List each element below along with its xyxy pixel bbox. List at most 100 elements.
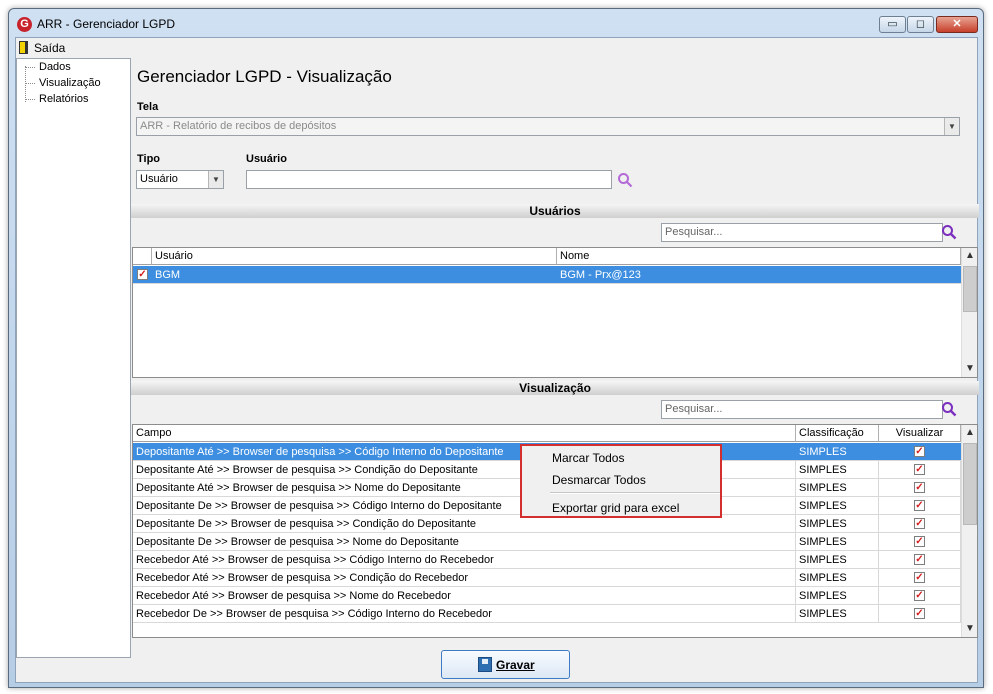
- menu-item-marcar-todos[interactable]: Marcar Todos: [552, 451, 624, 465]
- visual-cell-visualizar: ✓: [879, 605, 961, 623]
- visual-cell-classificacao: SIMPLES: [796, 515, 879, 533]
- visual-cell-campo: Recebedor De >> Browser de pesquisa >> C…: [133, 605, 796, 623]
- users-search-input[interactable]: Pesquisar...: [661, 223, 943, 242]
- usuario-input[interactable]: [246, 170, 612, 189]
- visualizar-checkbox[interactable]: ✓: [914, 500, 925, 511]
- window-title: ARR - Gerenciador LGPD: [37, 17, 176, 31]
- context-menu: Marcar Todos Desmarcar Todos Exportar gr…: [520, 444, 722, 518]
- visual-cell-visualizar: ✓: [879, 569, 961, 587]
- tipo-label: Tipo: [137, 153, 161, 165]
- visual-cell-classificacao: SIMPLES: [796, 587, 879, 605]
- tela-combo-value: ARR - Relatório de recibos de depósitos: [140, 120, 337, 132]
- visual-cell-visualizar: ✓: [879, 497, 961, 515]
- visualizar-checkbox[interactable]: ✓: [914, 464, 925, 475]
- chevron-down-icon: ▼: [944, 118, 959, 135]
- exit-door-icon: [19, 41, 28, 54]
- visual-cell-campo: Recebedor Até >> Browser de pesquisa >> …: [133, 587, 796, 605]
- tela-combo[interactable]: ARR - Relatório de recibos de depósitos …: [136, 117, 960, 136]
- table-row[interactable]: Depositante De >> Browser de pesquisa >>…: [133, 533, 961, 551]
- visual-cell-classificacao: SIMPLES: [796, 551, 879, 569]
- visualizar-checkbox[interactable]: ✓: [914, 554, 925, 565]
- visualizar-checkbox[interactable]: ✓: [914, 446, 925, 457]
- visual-header-campo[interactable]: Campo: [133, 425, 796, 442]
- visual-cell-campo: Recebedor Até >> Browser de pesquisa >> …: [133, 569, 796, 587]
- tipo-combo-value: Usuário: [140, 173, 178, 185]
- scroll-up-icon[interactable]: ▲: [962, 425, 977, 441]
- usuario-label: Usuário: [246, 153, 287, 165]
- visual-cell-classificacao: SIMPLES: [796, 605, 879, 623]
- visual-cell-visualizar: ✓: [879, 551, 961, 569]
- visual-cell-visualizar: ✓: [879, 587, 961, 605]
- app-logo-icon: G: [17, 17, 32, 32]
- nav-tree: Dados Visualização Relatórios: [16, 58, 131, 658]
- users-cell-nome: BGM - Prx@123: [560, 269, 641, 281]
- menu-item-exportar-excel[interactable]: Exportar grid para excel: [552, 501, 679, 515]
- visualizar-checkbox[interactable]: ✓: [914, 590, 925, 601]
- users-header-check: [133, 248, 152, 265]
- table-row[interactable]: Recebedor Até >> Browser de pesquisa >> …: [133, 587, 961, 605]
- save-label: Gravar: [496, 658, 535, 672]
- menu-separator: [550, 492, 720, 494]
- close-button[interactable]: ✕: [936, 16, 978, 33]
- search-icon[interactable]: [941, 224, 957, 240]
- tipo-combo[interactable]: Usuário ▼: [136, 170, 224, 189]
- search-icon[interactable]: [941, 401, 957, 417]
- title-bar: G ARR - Gerenciador LGPD ▭ ◻ ✕: [9, 9, 983, 39]
- users-grid: Usuário Nome ✓ BGM BGM - Prx@123 ▲ ▼: [132, 247, 978, 378]
- menu-item-desmarcar-todos[interactable]: Desmarcar Todos: [552, 473, 646, 487]
- visualizar-checkbox[interactable]: ✓: [914, 518, 925, 529]
- visual-cell-campo: Depositante De >> Browser de pesquisa >>…: [133, 533, 796, 551]
- visual-cell-classificacao: SIMPLES: [799, 446, 847, 458]
- users-cell-usuario: BGM: [155, 269, 181, 281]
- visual-cell-classificacao: SIMPLES: [796, 533, 879, 551]
- visualizar-checkbox[interactable]: ✓: [914, 536, 925, 547]
- search-icon[interactable]: [617, 172, 633, 188]
- maximize-button[interactable]: ◻: [907, 16, 934, 33]
- visual-cell-visualizar: ✓: [879, 461, 961, 479]
- table-row[interactable]: Recebedor Até >> Browser de pesquisa >> …: [133, 569, 961, 587]
- table-row[interactable]: ✓ BGM BGM - Prx@123: [133, 266, 961, 284]
- table-row[interactable]: Recebedor De >> Browser de pesquisa >> C…: [133, 605, 961, 623]
- visual-cell-visualizar: ✓: [879, 479, 961, 497]
- visual-cell-visualizar: ✓: [879, 515, 961, 533]
- table-row[interactable]: Recebedor Até >> Browser de pesquisa >> …: [133, 551, 961, 569]
- row-checkbox[interactable]: ✓: [137, 269, 148, 280]
- tree-item-dados[interactable]: Dados: [25, 60, 71, 75]
- save-button[interactable]: Gravar: [441, 650, 570, 679]
- menu-exit[interactable]: Saída: [34, 41, 65, 55]
- client-area: Saída Dados Visualização Relatórios Gere…: [15, 37, 979, 683]
- minimize-button[interactable]: ▭: [879, 16, 906, 33]
- visual-header-visualizar[interactable]: Visualizar: [879, 425, 961, 442]
- visual-cell-classificacao: SIMPLES: [796, 461, 879, 479]
- users-header-nome[interactable]: Nome: [557, 248, 961, 265]
- scroll-thumb[interactable]: [963, 266, 977, 312]
- tela-label: Tela: [137, 101, 159, 113]
- visual-cell-visualizar: ✓: [879, 533, 961, 551]
- visual-scrollbar[interactable]: ▲ ▼: [961, 425, 977, 637]
- scroll-thumb[interactable]: [963, 443, 977, 525]
- scroll-up-icon[interactable]: ▲: [962, 248, 977, 264]
- visual-section-title: Visualização: [131, 381, 979, 395]
- visual-cell-classificacao: SIMPLES: [796, 569, 879, 587]
- visualizar-checkbox[interactable]: ✓: [914, 572, 925, 583]
- chevron-down-icon: ▼: [208, 171, 223, 188]
- users-header-usuario[interactable]: Usuário: [152, 248, 557, 265]
- floppy-disk-icon: [478, 657, 492, 672]
- visual-cell-visualizar: ✓: [879, 443, 961, 461]
- scroll-down-icon[interactable]: ▼: [962, 621, 977, 637]
- visual-header-classificacao[interactable]: Classificação: [796, 425, 879, 442]
- main-window: G ARR - Gerenciador LGPD ▭ ◻ ✕ Saída Dad…: [8, 8, 984, 688]
- menu-bar: Saída: [16, 38, 977, 57]
- visualizar-checkbox[interactable]: ✓: [914, 608, 925, 619]
- visual-search-input[interactable]: Pesquisar...: [661, 400, 943, 419]
- users-scrollbar[interactable]: ▲ ▼: [961, 248, 977, 377]
- users-section-title: Usuários: [131, 204, 979, 218]
- tree-item-visualizacao[interactable]: Visualização: [25, 76, 101, 91]
- tree-item-relatorios[interactable]: Relatórios: [25, 92, 89, 107]
- page-title: Gerenciador LGPD - Visualização: [137, 67, 392, 86]
- visualizar-checkbox[interactable]: ✓: [914, 482, 925, 493]
- visual-cell-classificacao: SIMPLES: [796, 497, 879, 515]
- scroll-down-icon[interactable]: ▼: [962, 361, 977, 377]
- visual-cell-classificacao: SIMPLES: [796, 479, 879, 497]
- visual-cell-campo: Recebedor Até >> Browser de pesquisa >> …: [133, 551, 796, 569]
